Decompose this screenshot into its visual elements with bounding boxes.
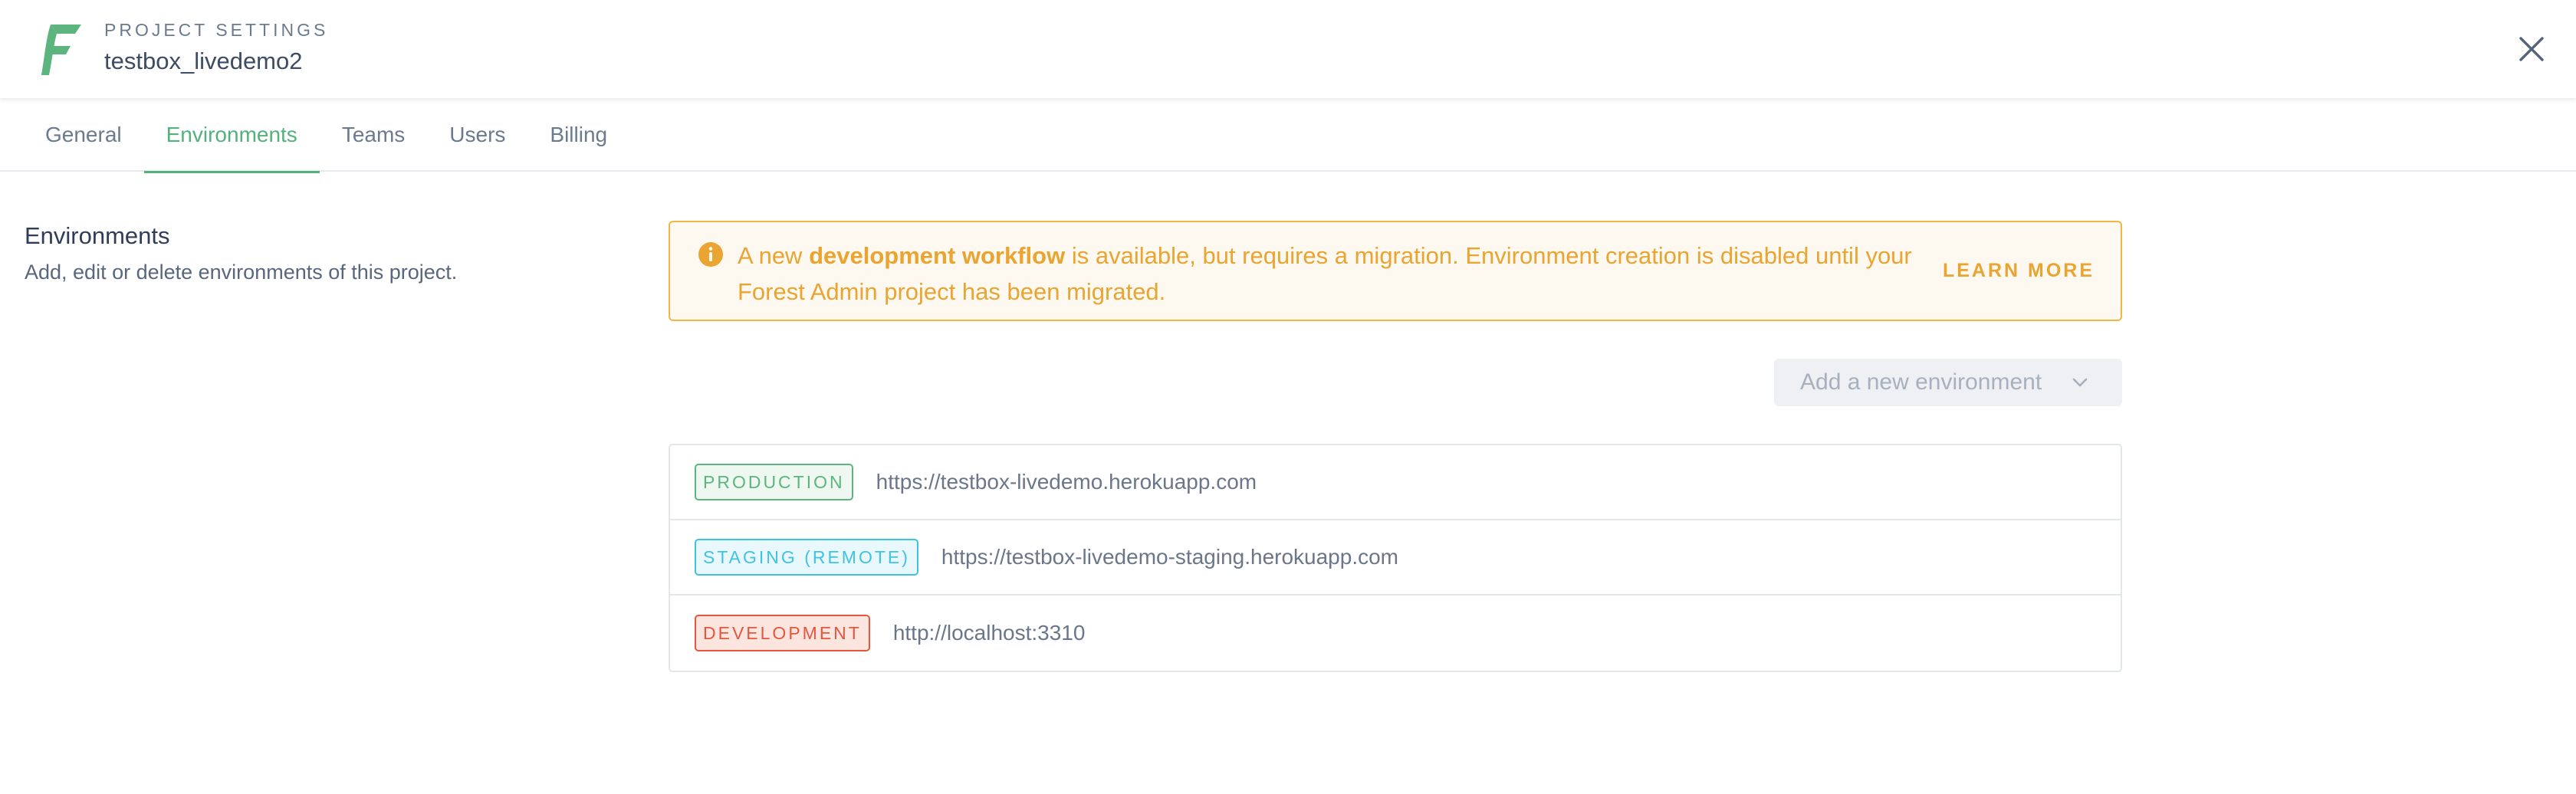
learn-more-link[interactable]: LEARN MORE — [1943, 260, 2095, 282]
migration-notice: A new development workflow is available,… — [669, 221, 2122, 321]
tab-environments[interactable]: Environments — [143, 98, 320, 173]
header-overline: PROJECT SETTINGS — [104, 20, 329, 40]
tab-users[interactable]: Users — [427, 98, 527, 172]
notice-text: A new development workflow is available,… — [738, 238, 1964, 310]
forest-admin-logo — [41, 25, 81, 75]
tab-general[interactable]: General — [23, 98, 144, 172]
chevron-down-icon — [2072, 378, 2088, 387]
close-icon — [2519, 37, 2544, 61]
environment-url: https://testbox-livedemo-staging.herokua… — [941, 545, 1398, 569]
notice-text-highlight: development workflow — [809, 242, 1066, 269]
environment-row[interactable]: DEVELOPMENT http://localhost:3310 — [670, 596, 2121, 671]
environment-row[interactable]: STAGING (REMOTE) https://testbox-livedem… — [670, 520, 2121, 596]
environment-row[interactable]: PRODUCTION https://testbox-livedemo.hero… — [670, 445, 2121, 520]
project-settings-header: PROJECT SETTINGS testbox_livedemo2 — [0, 0, 2576, 98]
settings-tabs: General Environments Teams Users Billing — [0, 98, 2576, 173]
tab-billing[interactable]: Billing — [527, 98, 629, 172]
tab-teams[interactable]: Teams — [320, 98, 427, 172]
add-environment-label: Add a new environment — [1800, 369, 2042, 395]
info-icon — [698, 242, 723, 267]
section-title: Environments — [25, 222, 170, 249]
notice-text-start: A new — [738, 242, 810, 269]
environment-list: PRODUCTION https://testbox-livedemo.hero… — [669, 444, 2122, 672]
add-environment-button[interactable]: Add a new environment — [1774, 359, 2122, 406]
environment-url: https://testbox-livedemo.herokuapp.com — [876, 470, 1257, 494]
project-name: testbox_livedemo2 — [104, 48, 303, 74]
environment-badge: STAGING (REMOTE) — [695, 539, 918, 576]
environment-badge: PRODUCTION — [695, 464, 853, 500]
close-button[interactable] — [2512, 29, 2551, 69]
section-description: Add, edit or delete environments of this… — [25, 261, 458, 284]
environment-url: http://localhost:3310 — [892, 621, 1086, 645]
environment-badge: DEVELOPMENT — [695, 615, 870, 651]
